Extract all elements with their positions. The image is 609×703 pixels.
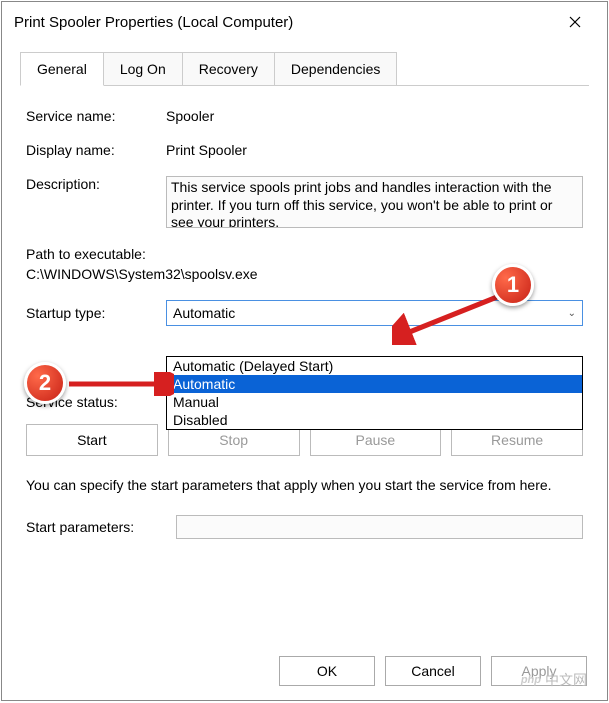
- annotation-badge-1: 1: [492, 264, 534, 306]
- start-parameters-label: Start parameters:: [26, 519, 176, 535]
- start-parameters-input: [176, 515, 583, 539]
- tab-panel-general: Service name: Spooler Display name: Prin…: [2, 86, 607, 549]
- tab-log-on[interactable]: Log On: [103, 52, 183, 86]
- cancel-button[interactable]: Cancel: [385, 656, 481, 686]
- description-label: Description:: [26, 176, 166, 192]
- description-textbox[interactable]: This service spools print jobs and handl…: [166, 176, 583, 228]
- tab-recovery[interactable]: Recovery: [182, 52, 275, 86]
- display-name-label: Display name:: [26, 142, 166, 158]
- annotation-badge-2: 2: [24, 362, 66, 404]
- tab-dependencies[interactable]: Dependencies: [274, 52, 398, 86]
- dialog-window: Print Spooler Properties (Local Computer…: [1, 1, 608, 701]
- service-name-label: Service name:: [26, 108, 166, 124]
- option-automatic-delayed[interactable]: Automatic (Delayed Start): [167, 357, 582, 375]
- display-name-value: Print Spooler: [166, 142, 583, 158]
- tab-strip: General Log On Recovery Dependencies: [20, 52, 589, 86]
- service-name-value: Spooler: [166, 108, 583, 124]
- annotation-arrow-2: [64, 372, 174, 396]
- watermark: php 中文网: [521, 670, 587, 690]
- option-automatic[interactable]: Automatic: [167, 375, 582, 393]
- startup-type-dropdown[interactable]: Automatic (Delayed Start) Automatic Manu…: [166, 356, 583, 430]
- tab-general[interactable]: General: [20, 52, 104, 86]
- chevron-down-icon: ⌄: [568, 308, 576, 319]
- watermark-text: 中文网: [545, 670, 587, 690]
- watermark-logo: php: [521, 674, 541, 686]
- option-disabled[interactable]: Disabled: [167, 411, 582, 429]
- path-label: Path to executable:: [26, 246, 583, 262]
- titlebar: Print Spooler Properties (Local Computer…: [2, 2, 607, 42]
- start-parameters-hint: You can specify the start parameters tha…: [26, 476, 583, 495]
- startup-type-label: Startup type:: [26, 305, 166, 321]
- ok-button[interactable]: OK: [279, 656, 375, 686]
- close-icon: [569, 16, 581, 28]
- close-button[interactable]: [555, 6, 595, 38]
- option-manual[interactable]: Manual: [167, 393, 582, 411]
- window-title: Print Spooler Properties (Local Computer…: [14, 14, 293, 31]
- start-button[interactable]: Start: [26, 424, 158, 456]
- startup-type-selected: Automatic: [173, 305, 235, 321]
